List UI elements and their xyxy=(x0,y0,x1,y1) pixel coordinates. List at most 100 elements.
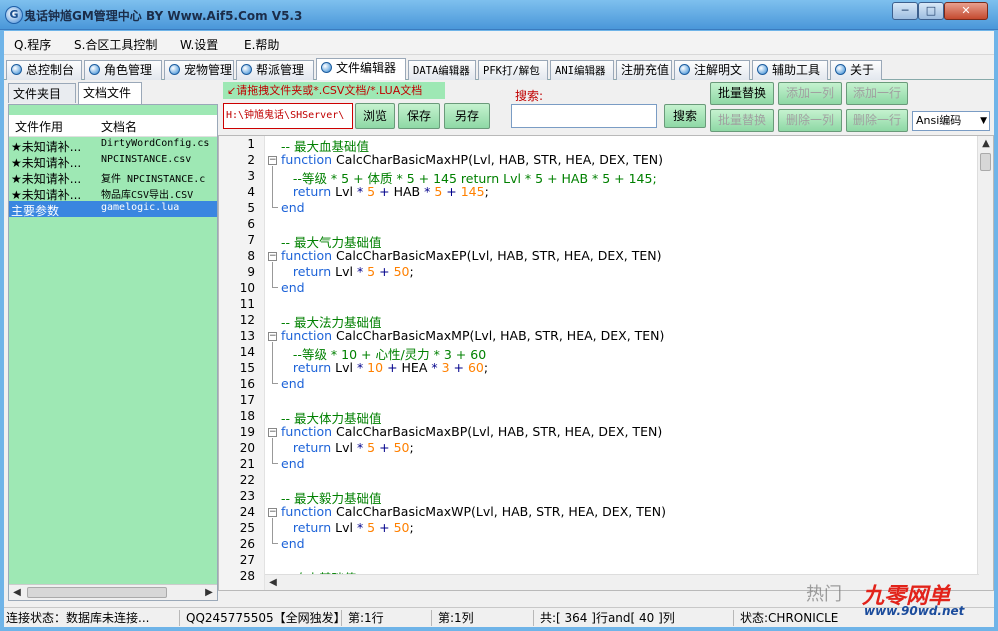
code-line: end xyxy=(281,376,305,391)
line-number: 10 xyxy=(239,281,255,295)
fold-toggle-icon[interactable]: − xyxy=(268,428,277,437)
tab-file-editor[interactable]: 文件编辑器 xyxy=(316,58,406,80)
list-item[interactable]: ★未知请补... 物品库CSV导出.CSV xyxy=(9,185,217,202)
line-number: 4 xyxy=(247,185,255,199)
tab-characters[interactable]: 角色管理 xyxy=(84,60,162,80)
code-editor[interactable]: 1 2 3 4 5 6 7 8 9 10 11 12 13 14 15 16 1… xyxy=(218,135,994,591)
batch-replace-button[interactable]: 批量替换 xyxy=(710,82,774,105)
code-line: end xyxy=(281,280,305,295)
file-list[interactable]: 文件作用 文档名 ★未知请补... DirtyWordConfig.cs ★未知请… xyxy=(8,104,218,601)
column-header-filename[interactable]: 文档名 xyxy=(101,118,137,135)
line-number: 6 xyxy=(247,217,255,231)
code-line: function CalcCharBasicMaxHP(Lvl, HAB, ST… xyxy=(281,152,664,167)
list-item[interactable]: ★未知请补... DirtyWordConfig.cs xyxy=(9,137,217,154)
scroll-up-icon[interactable]: ▲ xyxy=(978,136,993,152)
scroll-left-icon[interactable]: ◀ xyxy=(9,585,25,600)
code-line: return Lvl * 5 + 50; xyxy=(292,440,414,455)
tab-tools[interactable]: 辅助工具 xyxy=(752,60,828,80)
current-row: 第:1行 xyxy=(346,610,432,626)
search-input[interactable] xyxy=(511,104,657,128)
add-column-button[interactable]: 添加一列 xyxy=(778,82,842,105)
encoding-select[interactable]: Ansi编码 ▼ xyxy=(912,111,990,131)
column-header-role[interactable]: 文件作用 xyxy=(15,118,63,135)
line-number: 2 xyxy=(247,153,255,167)
tab-about[interactable]: 关于 xyxy=(830,60,882,80)
fold-toggle-icon[interactable]: − xyxy=(268,508,277,517)
menu-program[interactable]: Q.程序 xyxy=(14,36,51,53)
fold-toggle-icon[interactable]: − xyxy=(268,156,277,165)
code-line: end xyxy=(281,456,305,471)
menu-help[interactable]: E.帮助 xyxy=(244,36,279,53)
fold-toggle-icon[interactable]: − xyxy=(268,332,277,341)
delete-row-button[interactable]: 删除一行 xyxy=(846,109,908,132)
scroll-thumb[interactable] xyxy=(980,153,991,171)
tab-register-recharge[interactable]: 注册充值 xyxy=(616,60,672,80)
line-number: 28 xyxy=(239,569,255,583)
menu-settings[interactable]: W.设置 xyxy=(180,36,218,53)
code-line: function CalcCharBasicMaxWP(Lvl, HAB, ST… xyxy=(281,504,666,519)
save-button[interactable]: 保存 xyxy=(398,103,440,129)
tab-pets[interactable]: 宠物管理 xyxy=(164,60,234,80)
fold-guide xyxy=(272,262,273,287)
file-role: 主要参数 xyxy=(11,204,60,218)
list-horizontal-scrollbar[interactable]: ◀ ▶ xyxy=(9,584,217,600)
tab-dot-icon xyxy=(89,64,100,75)
line-number: 18 xyxy=(239,409,255,423)
current-column: 第:1列 xyxy=(436,610,534,626)
save-as-button[interactable]: 另存 xyxy=(444,103,490,129)
delete-column-button[interactable]: 删除一列 xyxy=(778,109,842,132)
tab-dot-icon xyxy=(835,64,846,75)
maximize-button[interactable]: □ xyxy=(918,2,944,20)
tab-console[interactable]: 总控制台 xyxy=(6,60,82,80)
editor-vertical-scrollbar[interactable]: ▲ xyxy=(977,136,993,590)
file-name: DirtyWordConfig.cs xyxy=(101,138,210,149)
line-number: 23 xyxy=(239,489,255,503)
list-header: 文件作用 文档名 xyxy=(9,115,217,137)
tab-label: 注解明文 xyxy=(694,63,743,77)
scroll-left-icon[interactable]: ◀ xyxy=(265,575,281,590)
line-number: 27 xyxy=(239,553,255,567)
tab-label: 文件编辑器 xyxy=(336,61,397,75)
editor-horizontal-scrollbar[interactable]: ◀ xyxy=(265,574,979,590)
file-name: 复件 NPCINSTANCE.c xyxy=(101,174,206,185)
list-item[interactable]: ★未知请补... NPCINSTANCE.csv xyxy=(9,153,217,170)
file-name: gamelogic.lua xyxy=(101,202,180,213)
batch-replace-disabled-button[interactable]: 批量替换 xyxy=(710,109,774,132)
tab-label: 帮派管理 xyxy=(256,63,305,77)
line-number: 5 xyxy=(247,201,255,215)
tab-pfk-pack[interactable]: PFK打/解包 xyxy=(478,60,548,80)
tab-label: PFK打/解包 xyxy=(483,65,540,77)
qq-contact: QQ245775505【全网独发】 xyxy=(186,610,342,626)
tab-annotations[interactable]: 注解明文 xyxy=(674,60,750,80)
client-area: Q.程序 S.合区工具控制 W.设置 E.帮助 总控制台 角色管理 宠物管理 帮… xyxy=(4,31,994,627)
list-item[interactable]: ★未知请补... 复件 NPCINSTANCE.c xyxy=(9,169,217,186)
tab-ani-editor[interactable]: ANI编辑器 xyxy=(550,60,614,80)
close-button[interactable]: ✕ xyxy=(944,2,988,20)
list-item-selected[interactable]: 主要参数 gamelogic.lua xyxy=(9,201,217,218)
code-line: return Lvl * 5 + 50; xyxy=(292,264,414,279)
line-number: 24 xyxy=(239,505,255,519)
fold-guide xyxy=(272,166,273,207)
scroll-thumb[interactable] xyxy=(27,587,167,598)
subtab-folder-tree[interactable]: 文件夹目录 xyxy=(8,83,76,118)
scroll-right-icon[interactable]: ▶ xyxy=(201,585,217,600)
line-number: 14 xyxy=(239,345,255,359)
search-button[interactable]: 搜索 xyxy=(664,104,706,128)
fold-toggle-icon[interactable]: − xyxy=(268,252,277,261)
add-row-button[interactable]: 添加一行 xyxy=(846,82,908,105)
path-input[interactable]: H:\钟馗鬼话\SHServer\ xyxy=(223,103,353,129)
minimize-button[interactable]: ─ xyxy=(892,2,918,20)
menu-merge-tools[interactable]: S.合区工具控制 xyxy=(74,36,157,53)
encoding-value: Ansi编码 xyxy=(916,114,962,127)
line-number: 26 xyxy=(239,537,255,551)
line-number: 16 xyxy=(239,377,255,391)
line-number: 20 xyxy=(239,441,255,455)
browse-button[interactable]: 浏览 xyxy=(355,103,395,129)
tab-guilds[interactable]: 帮派管理 xyxy=(236,60,314,80)
tab-data-editor[interactable]: DATA编辑器 xyxy=(408,60,476,80)
subtab-documents[interactable]: 文档文件 xyxy=(78,82,142,104)
file-name: 物品库CSV导出.CSV xyxy=(101,190,194,201)
code-line: function CalcCharBasicMaxEP(Lvl, HAB, ST… xyxy=(281,248,662,263)
tab-label: 宠物管理 xyxy=(184,63,233,77)
status-bar: 连接状态：数据库未连接... QQ245775505【全网独发】 第:1行 第:… xyxy=(4,607,994,627)
